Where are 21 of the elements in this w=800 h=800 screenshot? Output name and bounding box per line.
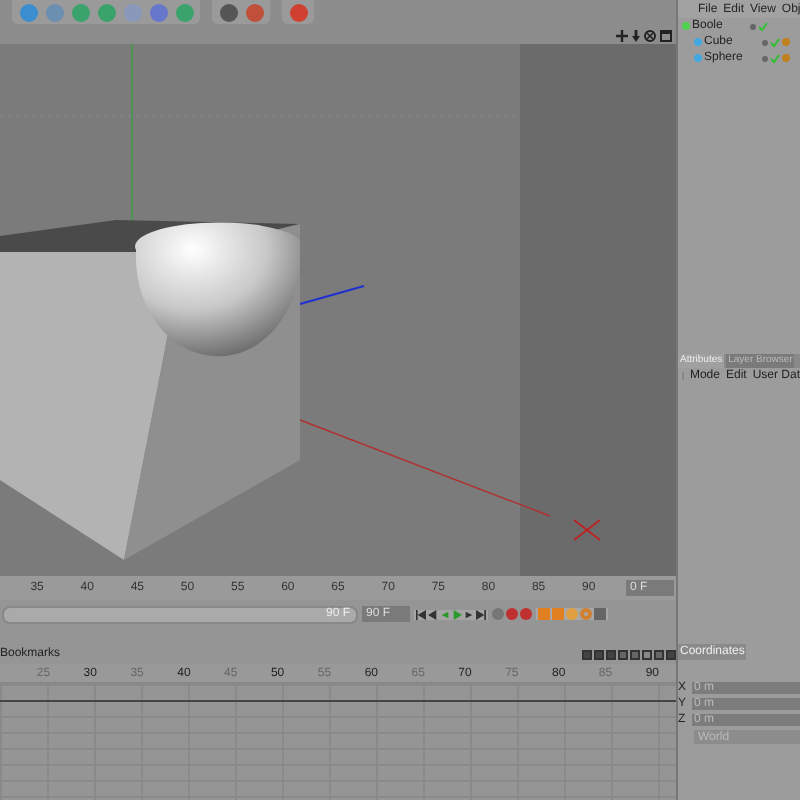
check-icon[interactable] — [770, 37, 780, 47]
down-arrow-icon[interactable] — [632, 30, 640, 42]
axis-cross-marker — [573, 519, 601, 541]
rotate-icon[interactable] — [644, 30, 656, 42]
playback-icon[interactable] — [416, 609, 426, 619]
tool-icon[interactable] — [172, 2, 196, 22]
tool-icon[interactable] — [68, 2, 92, 22]
check-icon[interactable] — [770, 53, 780, 63]
rotate-key-icon[interactable] — [566, 608, 578, 620]
z-axis-line — [299, 285, 365, 305]
tool-icon[interactable] — [16, 2, 40, 22]
tool-icon[interactable] — [94, 2, 118, 22]
tool-icon[interactable] — [216, 2, 240, 22]
tool-icon[interactable] — [146, 2, 170, 22]
move-icon[interactable] — [616, 30, 628, 42]
tool-icon[interactable] — [242, 2, 266, 22]
scale-key-icon[interactable] — [552, 608, 564, 620]
tool-icon[interactable] — [42, 2, 66, 22]
check-icon[interactable] — [758, 21, 768, 31]
move-key-icon[interactable] — [538, 608, 550, 620]
playback-icon[interactable] — [476, 609, 486, 619]
